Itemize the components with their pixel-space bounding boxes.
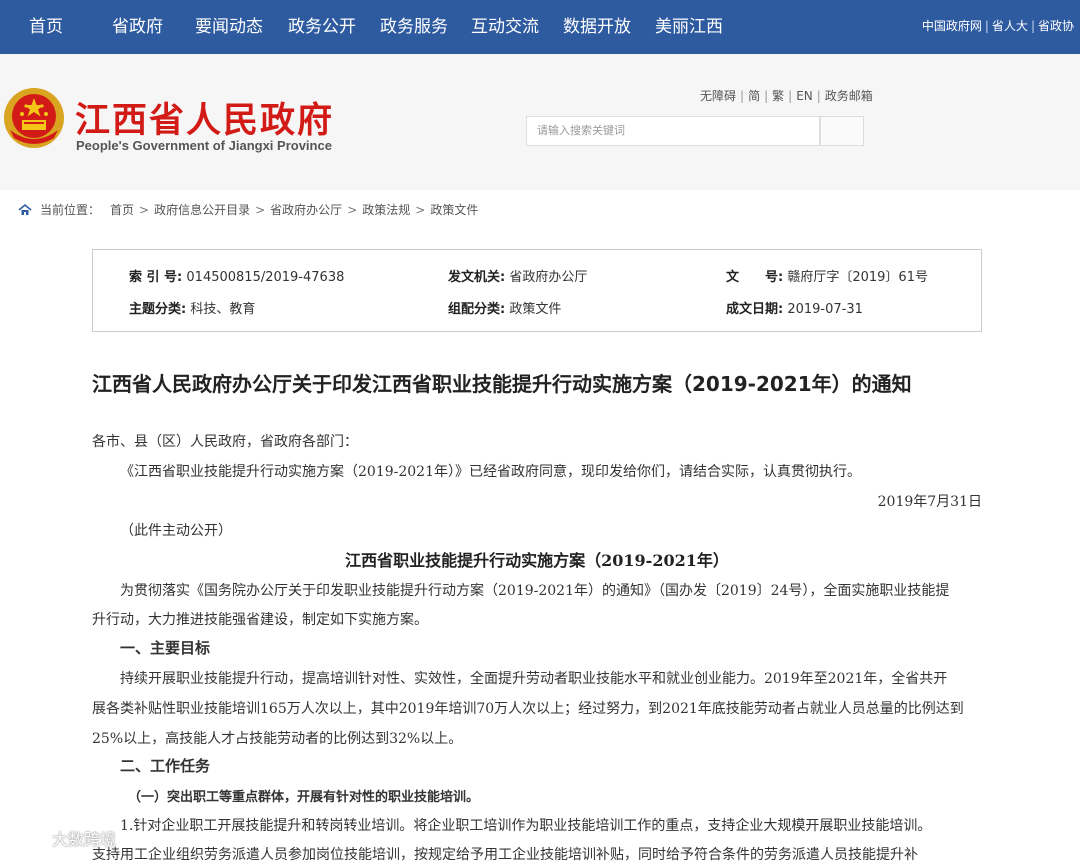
watermark-logo-icon (10, 829, 48, 847)
link-china-gov[interactable]: 中国政府网 (922, 19, 982, 33)
nav-item-beautiful-jiangxi[interactable]: 美丽江西 (655, 0, 723, 54)
watermark-text: 大数跨境 (52, 830, 117, 849)
site-logo-text[interactable]: 江西省人民政府 (75, 92, 334, 143)
nav-item-interaction[interactable]: 互动交流 (471, 0, 539, 54)
section-heading: 二、工作任务 (120, 757, 211, 775)
simplified-chinese-link[interactable]: 简 (748, 89, 760, 103)
nav-item-news[interactable]: 要闻动态 (195, 0, 263, 54)
article-subtitle: 江西省职业技能提升行动实施方案（2019-2021年） (345, 551, 729, 570)
header-tools: 无障碍 | 简 | 繁 | EN | 政务邮箱 (700, 89, 873, 103)
site-logo-english: People's Government of Jiangxi Province (76, 138, 332, 153)
article-public-note: （此件主动公开） (120, 523, 232, 539)
search-button[interactable] (820, 116, 864, 146)
paragraph-line: 展各类补贴性职业技能培训165万人次以上，其中2019年培训70万人次以上；经过… (92, 701, 964, 717)
paragraph-line: 1.针对企业职工开展技能提升和转岗转业培训。将企业职工培训作为职业技能培训工作的… (120, 818, 932, 834)
meta-category: 组配分类: 政策文件 (448, 302, 562, 317)
home-icon (18, 203, 32, 215)
breadcrumb-label: 当前位置： (40, 203, 101, 217)
watermark: 大数跨境 (8, 826, 116, 850)
gov-mail-link[interactable]: 政务邮箱 (825, 89, 873, 103)
link-provincial-congress[interactable]: 省人大 (992, 19, 1028, 33)
document-meta-box: 索 引 号: 014500815/2019-47638 发文机关: 省政府办公厅… (92, 249, 982, 332)
traditional-chinese-link[interactable]: 繁 (772, 89, 784, 103)
paragraph-line: 支持用工企业组织劳务派遣人员参加岗位技能培训，按规定给予用工企业技能培训补贴，同… (92, 847, 918, 861)
meta-index: 索 引 号: 014500815/2019-47638 (129, 270, 345, 285)
search-input[interactable]: 请输入搜索关键词 (526, 116, 820, 146)
nav-item-home[interactable]: 首页 (29, 0, 63, 54)
paragraph-line: 持续开展职业技能提升行动，提高培训针对性、实效性，全面提升劳动者职业技能水平和就… (120, 671, 948, 687)
nav-item-gov-services[interactable]: 政务服务 (380, 0, 448, 54)
accessibility-link[interactable]: 无障碍 (700, 89, 736, 103)
external-links: 中国政府网 | 省人大 | 省政协 (921, 19, 1074, 33)
link-provincial-cppcc[interactable]: 省政协 (1038, 19, 1074, 33)
subsection-heading: （一）突出职工等重点群体，开展有针对性的职业技能培训。 (128, 790, 480, 805)
national-emblem-icon (4, 88, 64, 148)
top-nav: 首页 省政府 要闻动态 政务公开 政务服务 互动交流 数据开放 美丽江西 中国政… (0, 0, 1080, 54)
article-salutation: 各市、县（区）人民政府，省政府各部门： (92, 434, 358, 450)
paragraph-line: 25%以上，高技能人才占技能劳动者的比例达到32%以上。 (92, 731, 463, 747)
article-date: 2019年7月31日 (877, 494, 982, 510)
paragraph-line: 为贯彻落实《国务院办公厅关于印发职业技能提升行动方案（2019-2021年）的通… (120, 583, 950, 599)
meta-issuer: 发文机关: 省政府办公厅 (448, 270, 588, 285)
breadcrumb-item-info-catalog[interactable]: 政府信息公开目录 (154, 201, 250, 218)
breadcrumb: 当前位置： 首页 > 政府信息公开目录 > 省政府办公厅 > 政策法规 > 政策文件 (18, 201, 478, 218)
site-header: 江西省人民政府 People's Government of Jiangxi P… (0, 54, 1080, 190)
english-link[interactable]: EN (796, 89, 813, 103)
nav-item-gov-affairs-open[interactable]: 政务公开 (288, 0, 356, 54)
breadcrumb-item-policy-docs[interactable]: 政策文件 (430, 201, 478, 218)
breadcrumb-item-policy-law[interactable]: 政策法规 (362, 201, 410, 218)
article-intro: 《江西省职业技能提升行动实施方案（2019-2021年）》已经省政府同意，现印发… (120, 464, 861, 480)
article-title: 江西省人民政府办公厅关于印发江西省职业技能提升行动实施方案（2019-2021年… (92, 372, 912, 396)
meta-doc-number: 文 号: 赣府厅字〔2019〕61号 (726, 270, 928, 285)
nav-item-open-data[interactable]: 数据开放 (563, 0, 631, 54)
nav-item-province-gov[interactable]: 省政府 (112, 0, 163, 54)
breadcrumb-item-home[interactable]: 首页 (110, 201, 134, 218)
paragraph-line: 升行动，大力推进技能强省建设，制定如下实施方案。 (92, 612, 428, 628)
section-heading: 一、主要目标 (120, 639, 211, 657)
breadcrumb-item-office[interactable]: 省政府办公厅 (270, 201, 342, 218)
meta-topic: 主题分类: 科技、教育 (129, 302, 256, 317)
meta-date: 成文日期: 2019-07-31 (726, 302, 863, 317)
